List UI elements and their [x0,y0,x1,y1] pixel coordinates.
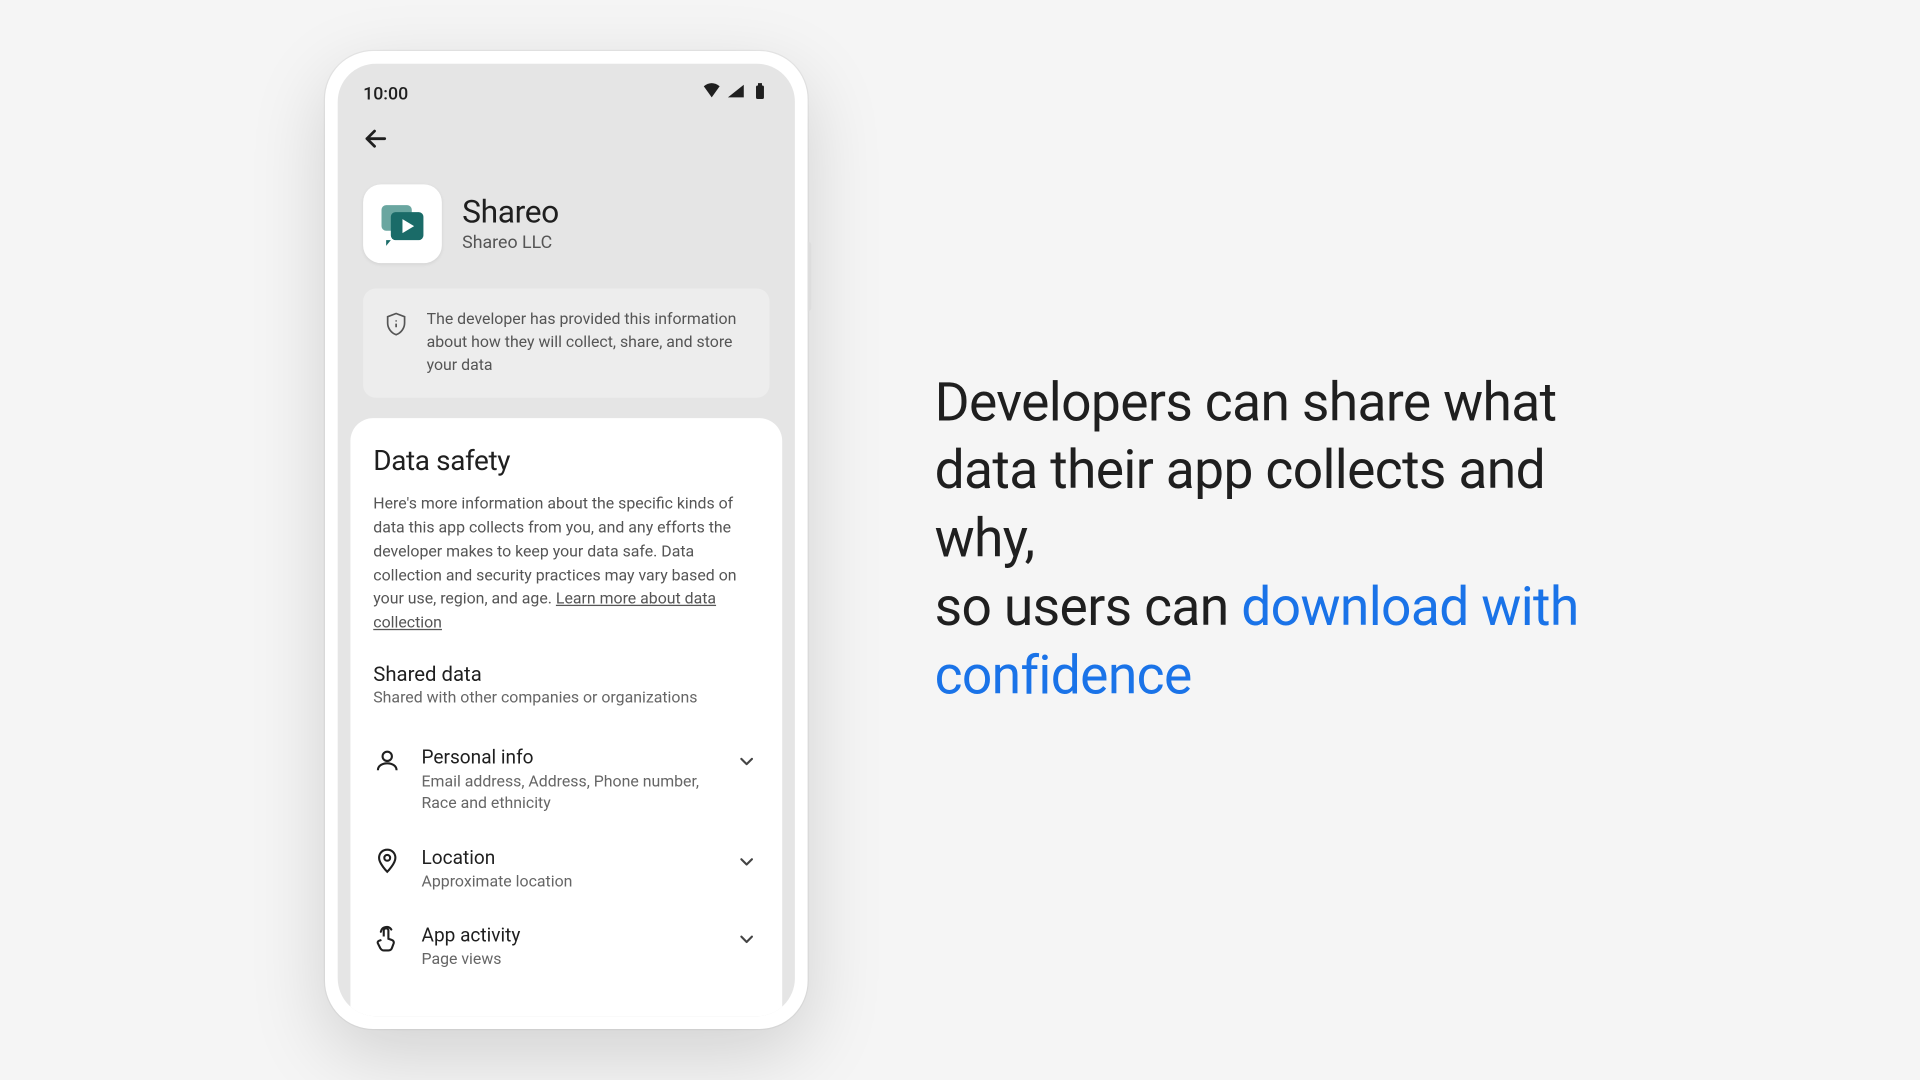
row-title: Location [422,846,714,869]
nav-bar [338,116,795,177]
app-name: Shareo [462,195,559,232]
row-sub: Page views [422,949,714,971]
info-banner: The developer has provided this informat… [363,289,769,399]
marketing-headline: Developers can share what data their app… [935,369,1595,710]
data-row-personal-info[interactable]: Personal info Email address, Address, Ph… [373,730,759,830]
chevron-down-icon [734,924,759,957]
wifi-icon [702,82,721,106]
data-row-location[interactable]: Location Approximate location [373,831,759,909]
row-sub: Email address, Address, Phone number, Ra… [422,771,714,815]
row-title: App activity [422,924,714,947]
phone-screen: 10:00 Shareo Sh [338,64,795,1017]
status-time: 10:00 [363,83,408,103]
content-card: Data safety Here's more information abou… [350,419,782,1017]
signal-icon [726,82,745,106]
shared-data-title: Shared data [373,662,759,686]
data-safety-heading: Data safety [373,446,759,478]
chevron-down-icon [734,846,759,879]
data-row-app-activity[interactable]: App activity Page views [373,909,759,987]
status-bar: 10:00 [338,64,795,116]
location-icon [373,847,401,875]
shield-info-icon [383,309,408,342]
status-icons [702,82,769,106]
touch-icon [373,925,401,953]
person-icon [373,747,401,775]
info-banner-text: The developer has provided this informat… [427,309,750,378]
app-developer: Shareo LLC [462,233,559,253]
shared-data-sub: Shared with other companies or organizat… [373,688,759,707]
battery-icon [750,82,769,106]
app-icon [363,184,442,263]
chevron-down-icon [734,746,759,779]
phone-frame: 10:00 Shareo Sh [325,51,808,1029]
row-sub: Approximate location [422,871,714,893]
app-header: Shareo Shareo LLC [338,177,795,289]
back-icon[interactable] [361,135,391,159]
data-safety-desc: Here's more information about the specif… [373,493,759,636]
row-title: Personal info [422,746,714,769]
